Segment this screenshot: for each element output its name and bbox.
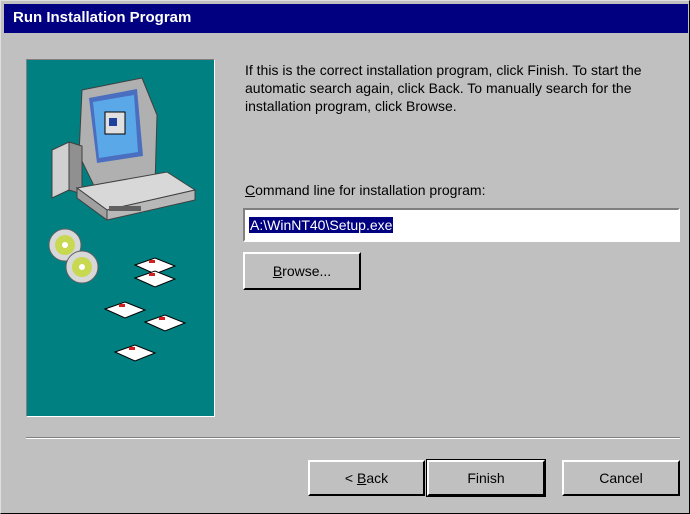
command-line-label-text: ommand line for installation program: <box>255 182 486 198</box>
cancel-button[interactable]: Cancel <box>562 460 680 496</box>
cancel-label: Cancel <box>599 470 643 486</box>
computer-and-disks-icon <box>48 77 197 362</box>
run-installation-dialog: Run Installation Program If this is the … <box>0 0 690 514</box>
command-line-value: A:\WinNT40\Setup.exe <box>249 217 394 233</box>
browse-mnemonic: B <box>272 263 283 279</box>
window-title: Run Installation Program <box>13 9 192 26</box>
back-prefix: < <box>344 470 357 486</box>
browse-button[interactable]: Browse... <box>243 252 361 290</box>
separator <box>26 437 680 439</box>
browse-label: rowse... <box>282 263 332 279</box>
command-line-input[interactable]: A:\WinNT40\Setup.exe <box>243 208 680 242</box>
command-line-label: Command line for installation program: <box>245 182 485 198</box>
back-mnemonic: B <box>356 470 367 486</box>
title-bar: Run Installation Program <box>4 4 688 33</box>
back-label: ack <box>366 470 389 486</box>
finish-button[interactable]: Finish <box>426 459 546 497</box>
instructions-text: If this is the correct installation prog… <box>245 62 642 114</box>
finish-label: Finish <box>467 470 505 486</box>
setup-illustration <box>26 59 215 417</box>
back-button[interactable]: < Back <box>308 460 425 496</box>
command-line-mnemonic: C <box>245 182 256 198</box>
